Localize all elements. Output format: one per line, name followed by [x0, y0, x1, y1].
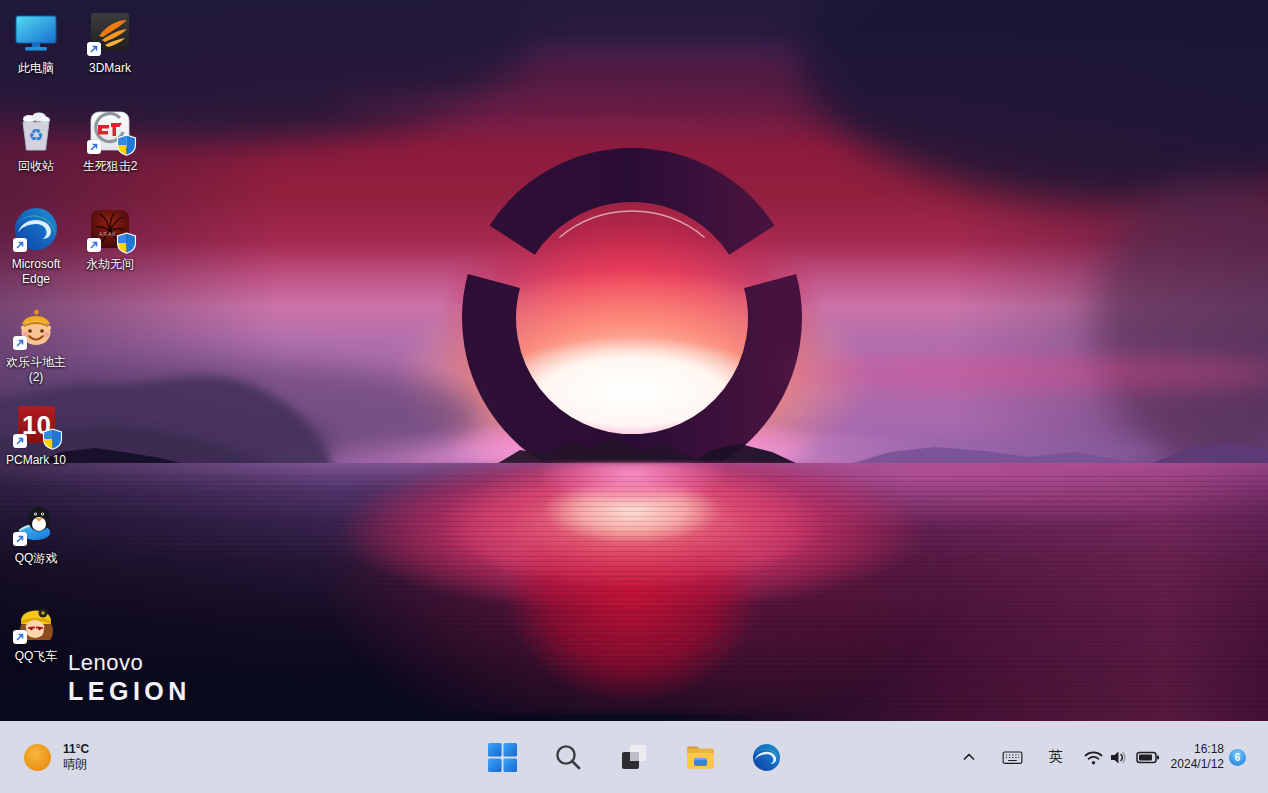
shortcut-arrow [13, 630, 27, 644]
recycle-bin-icon: ♻ [12, 107, 60, 155]
ime-label: 英 [1049, 748, 1063, 766]
this-pc-icon [12, 9, 60, 57]
desktop-icon-qq-speed[interactable]: QQ飞车 [0, 597, 78, 664]
ime-button[interactable]: 英 [1041, 737, 1071, 777]
desktop-icon-pcmark-10[interactable]: 10 PCMark 10 [0, 401, 78, 468]
shortcut-arrow [87, 238, 101, 252]
taskbar-clock[interactable]: 16:18 2024/1/12 [1171, 742, 1224, 772]
clock-time: 16:18 [1171, 742, 1224, 757]
file-explorer-button[interactable] [680, 737, 720, 777]
icon-label: 回收站 [18, 159, 54, 174]
shortcut-arrow [13, 434, 27, 448]
svg-text:ARAK: ARAK [99, 231, 117, 237]
icon-label: 此电脑 [18, 61, 54, 76]
edge-taskbar-button[interactable] [746, 737, 786, 777]
wifi-icon [1083, 747, 1104, 768]
icon-label: QQ飞车 [15, 649, 58, 664]
brand-legion: LEGION [68, 677, 191, 706]
wallpaper-brand: Lenovo LEGION [68, 650, 191, 706]
icon-label: 3DMark [89, 61, 131, 76]
search-icon [553, 742, 583, 772]
touch-keyboard-button[interactable] [998, 737, 1028, 777]
search-button[interactable] [548, 737, 588, 777]
wallpaper: Lenovo LEGION [0, 0, 1268, 793]
desktop-icon-huanle-doudizhu[interactable]: 欢乐斗地主 (2) [0, 303, 78, 385]
battery-icon [1136, 747, 1160, 768]
icon-label: Microsoft Edge [4, 257, 68, 287]
icon-label: 永劫无间 [86, 257, 134, 272]
shortcut-arrow [13, 336, 27, 350]
shortcut-arrow [87, 42, 101, 56]
icon-label: 欢乐斗地主 (2) [1, 355, 71, 385]
keyboard-icon [1002, 747, 1023, 768]
volume-icon [1108, 747, 1129, 768]
clock-date: 2024/1/12 [1171, 757, 1224, 772]
file-explorer-icon [684, 741, 717, 774]
start-button[interactable] [482, 737, 522, 777]
shortcut-arrow [13, 238, 27, 252]
taskbar-app-squares[interactable] [614, 737, 654, 777]
desktop: Lenovo LEGION 此电脑 [0, 0, 1268, 793]
chevron-up-icon [960, 748, 978, 766]
svg-text:♻: ♻ [28, 125, 43, 145]
tray-chevron-button[interactable] [954, 737, 984, 777]
brand-lenovo: Lenovo [68, 650, 191, 676]
shortcut-arrow [13, 532, 27, 546]
icon-label: 生死狙击2 [83, 159, 138, 174]
system-tray-group[interactable] [1083, 747, 1160, 768]
icon-label: PCMark 10 [6, 453, 66, 468]
desktop-icon-microsoft-edge[interactable]: Microsoft Edge [0, 205, 78, 287]
desktop-icon-yongjie-wujian[interactable]: ARAK 永劫无间 [68, 205, 152, 272]
desktop-icon-qq-games[interactable]: QQ游戏 [0, 499, 78, 566]
taskbar: 11°C 晴朗 [0, 721, 1268, 793]
uac-shield [116, 134, 137, 156]
edge-icon [751, 742, 782, 773]
app-squares-icon [618, 741, 650, 773]
uac-shield [42, 428, 63, 450]
shortcut-arrow [87, 140, 101, 154]
desktop-icon-recycle-bin[interactable]: ♻ 回收站 [0, 107, 78, 174]
desktop-icon-3dmark[interactable]: 3DMark [68, 9, 152, 76]
notification-badge[interactable]: 6 [1229, 749, 1246, 766]
uac-shield [116, 232, 137, 254]
icon-label: QQ游戏 [15, 551, 58, 566]
desktop-icon-shengsi-juji-2[interactable]: 生死狙击2 [68, 107, 152, 174]
windows-logo-icon [487, 742, 518, 773]
desktop-icon-this-pc[interactable]: 此电脑 [0, 9, 78, 76]
